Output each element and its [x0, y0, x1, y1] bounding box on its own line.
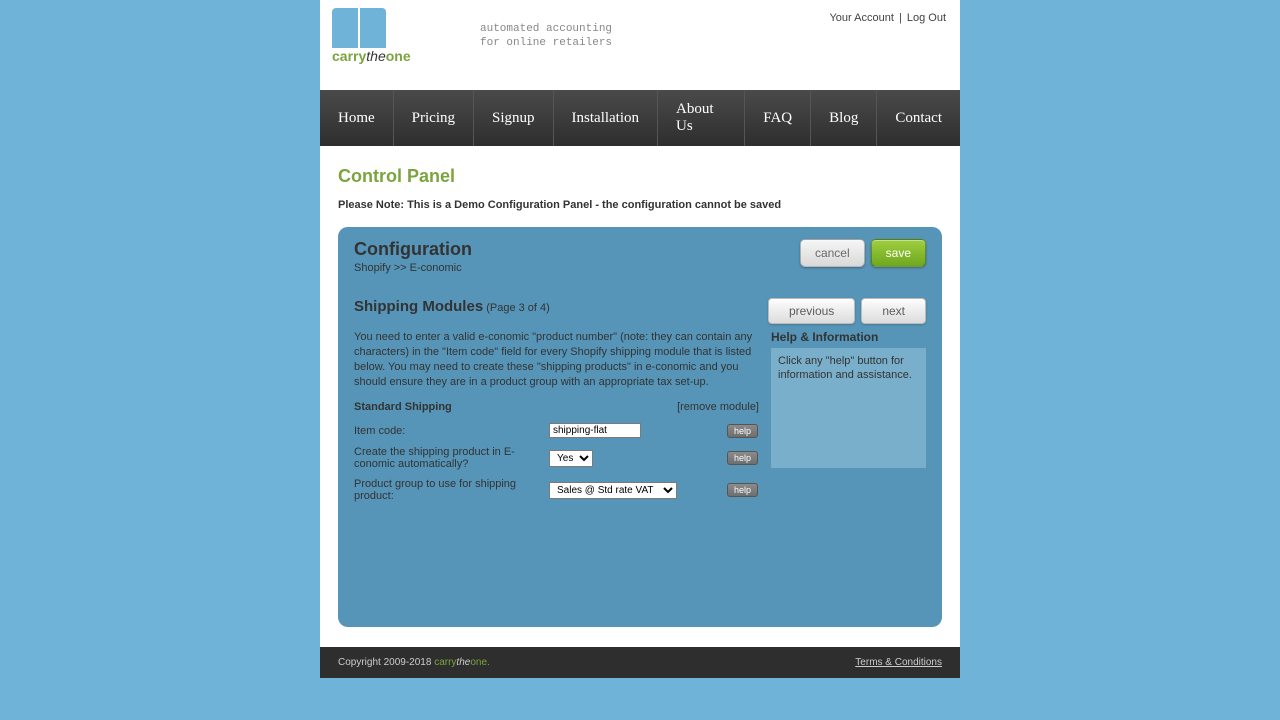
help-button-item-code[interactable]: help [727, 424, 758, 438]
header: carrytheone automated accounting for onl… [320, 0, 960, 90]
nav-about-us[interactable]: About Us [658, 90, 745, 146]
module-name: Standard Shipping [354, 401, 452, 413]
account-links: Your Account | Log Out [829, 12, 946, 24]
save-button[interactable]: save [871, 239, 926, 267]
auto-create-select[interactable]: Yes [549, 450, 593, 467]
product-group-label: Product group to use for shipping produc… [354, 478, 549, 502]
nav-blog[interactable]: Blog [811, 90, 877, 146]
next-button[interactable]: next [861, 298, 926, 324]
intro-text: You need to enter a valid e-conomic "pro… [354, 330, 759, 389]
page-title: Control Panel [338, 166, 942, 187]
main-nav: Home Pricing Signup Installation About U… [320, 90, 960, 146]
help-info-title: Help & Information [771, 330, 926, 344]
auto-create-label: Create the shipping product in E-conomic… [354, 446, 549, 470]
product-group-select[interactable]: Sales @ Std rate VAT [549, 482, 677, 499]
help-info-box: Click any "help" button for information … [771, 348, 926, 468]
your-account-link[interactable]: Your Account [829, 12, 893, 24]
logout-link[interactable]: Log Out [907, 12, 946, 24]
nav-faq[interactable]: FAQ [745, 90, 811, 146]
logo-text: carrytheone [332, 48, 411, 64]
remove-module-link[interactable]: [remove module] [677, 401, 759, 413]
cancel-button[interactable]: cancel [800, 239, 865, 267]
nav-contact[interactable]: Contact [877, 90, 960, 146]
footer: Copyright 2009-2018 carrytheone. Terms &… [320, 647, 960, 678]
terms-link[interactable]: Terms & Conditions [855, 657, 942, 668]
page-indicator: (Page 3 of 4) [486, 302, 550, 314]
tagline: automated accounting for online retailer… [480, 22, 612, 51]
copyright: Copyright 2009-2018 [338, 657, 434, 668]
previous-button[interactable]: previous [768, 298, 855, 324]
panel-header: Configuration Shopify >> E-conomic cance… [338, 227, 942, 284]
nav-home[interactable]: Home [320, 90, 394, 146]
help-button-product-group[interactable]: help [727, 483, 758, 497]
nav-signup[interactable]: Signup [474, 90, 554, 146]
help-button-auto-create[interactable]: help [727, 451, 758, 465]
logo-mark [332, 8, 386, 48]
nav-installation[interactable]: Installation [554, 90, 659, 146]
demo-note: Please Note: This is a Demo Configuratio… [338, 199, 942, 211]
section-title: Shipping Modules [354, 298, 483, 315]
logo[interactable]: carrytheone [332, 8, 411, 64]
config-panel: Configuration Shopify >> E-conomic cance… [338, 227, 942, 627]
item-code-label: Item code: [354, 425, 549, 437]
nav-pricing[interactable]: Pricing [394, 90, 474, 146]
item-code-input[interactable] [549, 423, 641, 438]
